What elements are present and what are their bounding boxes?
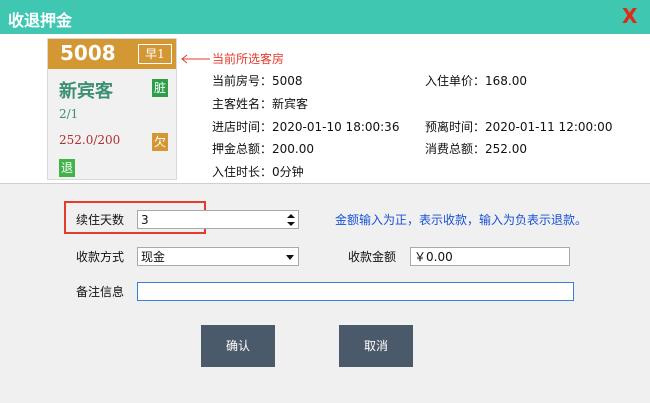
time-badge: 早1: [138, 44, 172, 64]
checkout-badge: 退: [59, 159, 75, 177]
amount-hint: 金额输入为正，表示收款，输入为负表示退款。: [335, 213, 588, 227]
info-room-number: 当前房号：5008: [212, 74, 303, 88]
info-guest-name: 主客姓名：新宾客: [212, 97, 309, 111]
info-deposit-total: 押金总额：200.00: [212, 142, 314, 156]
extend-days-value: 3: [141, 213, 149, 227]
room-card[interactable]: 5008 早1 新宾客 脏 2/1 252.0/200 欠 退: [47, 38, 177, 180]
owe-badge: 欠: [152, 133, 168, 151]
payment-method-select[interactable]: 现金: [137, 247, 299, 266]
info-stay-duration: 入住时长：0分钟: [212, 165, 304, 179]
title-bar: 收退押金 X: [0, 0, 650, 34]
payment-method-label: 收款方式: [76, 250, 125, 264]
room-number: 5008: [60, 41, 116, 65]
close-icon[interactable]: X: [622, 4, 637, 28]
remark-input[interactable]: [137, 282, 574, 301]
dirty-badge: 脏: [152, 79, 168, 97]
info-consume-total: 消费总额：252.00: [425, 142, 527, 156]
cancel-button[interactable]: 取消: [339, 325, 413, 367]
amount-value: ￥0.00: [414, 250, 453, 264]
window-title: 收退押金: [8, 11, 73, 30]
info-checkin-time: 进店时间：2020-01-10 18:00:36: [212, 120, 400, 134]
selected-room-annotation: 当前所选客房: [212, 52, 285, 66]
info-expected-leave: 预离时间：2020-01-11 12:00:00: [425, 120, 613, 134]
extend-days-stepper[interactable]: 3: [137, 210, 299, 229]
balance-ratio: 252.0/200: [59, 133, 121, 147]
room-card-header: 5008 早1: [48, 39, 176, 69]
guest-count: 2/1: [59, 107, 79, 121]
spinner-arrows-icon[interactable]: [286, 213, 296, 227]
arrow-left-icon: [181, 54, 210, 64]
guest-name: 新宾客: [59, 81, 113, 102]
payment-method-value: 现金: [141, 250, 166, 264]
chevron-down-icon: [286, 255, 294, 260]
remark-label: 备注信息: [76, 285, 125, 299]
amount-label: 收款金额: [348, 250, 397, 264]
extend-days-label: 续住天数: [76, 213, 125, 227]
info-unit-price: 入住单价：168.00: [425, 74, 527, 88]
confirm-button[interactable]: 确认: [201, 325, 275, 367]
amount-input[interactable]: ￥0.00: [410, 247, 570, 266]
